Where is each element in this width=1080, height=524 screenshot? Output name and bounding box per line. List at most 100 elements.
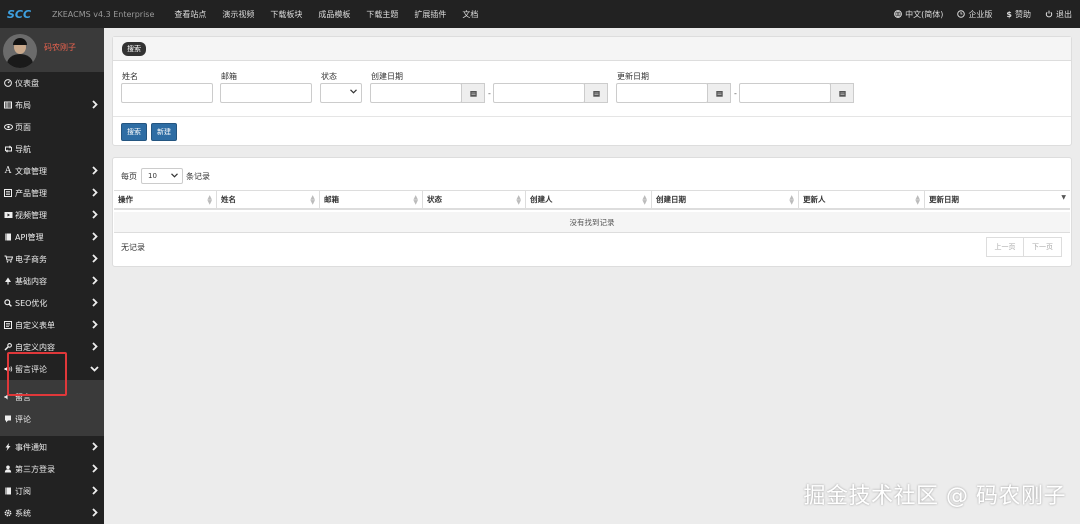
logout-link[interactable]: 退出	[1045, 9, 1072, 20]
sidebar-item-api[interactable]: API管理	[0, 226, 104, 248]
user-profile[interactable]: 码农刚子	[0, 28, 104, 72]
sidebar-item-layout[interactable]: 布局	[0, 94, 104, 116]
chevron-right-icon	[92, 486, 98, 495]
sidebar-item-label: 文章管理	[15, 166, 47, 176]
chevron-right-icon	[92, 442, 98, 451]
calendar-icon[interactable]	[461, 83, 485, 103]
next-page-button[interactable]: 下一页	[1024, 237, 1062, 257]
sidebar-item-navigation[interactable]: 导航	[0, 138, 104, 160]
column-header[interactable]: 创建日期 ▲ ▼	[652, 191, 799, 208]
sponsor-link[interactable]: $ 赞助	[1006, 9, 1031, 20]
sidebar-item-subscribe[interactable]: 订阅	[0, 480, 104, 502]
chevron-right-icon	[92, 320, 98, 329]
status-label: 状态	[321, 72, 337, 81]
sort-icon: ▲ ▼	[915, 194, 920, 206]
search-button[interactable]: 搜索	[121, 123, 147, 141]
search-icon	[3, 299, 13, 307]
chevron-down-icon	[90, 366, 99, 372]
language-switch[interactable]: 中文(简体)	[894, 9, 943, 20]
created-date-from-input[interactable]	[370, 83, 462, 103]
nav-download-widgets[interactable]: 下载板块	[270, 9, 302, 20]
sidebar-item-pages[interactable]: 页面	[0, 116, 104, 138]
logo[interactable]: SCC	[2, 0, 42, 28]
column-header[interactable]: 创建人 ▲ ▼	[526, 191, 652, 208]
status-select[interactable]	[320, 83, 362, 103]
sidebar-item-label: 产品管理	[15, 188, 47, 198]
sidebar-item-label: 自定义表单	[15, 320, 55, 330]
sort-icon: ▲ ▼	[642, 194, 647, 206]
chevron-right-icon	[92, 464, 98, 473]
record-info: 无记录	[121, 243, 145, 252]
updated-date-to-input[interactable]	[739, 83, 831, 103]
chevron-right-icon	[92, 100, 98, 109]
font-icon: A	[4, 166, 12, 176]
sort-icon: ▲ ▼	[413, 194, 418, 206]
column-header[interactable]: 更新日期 ▼	[925, 191, 1070, 208]
column-header[interactable]: 状态 ▲ ▼	[423, 191, 526, 208]
name-input[interactable]	[121, 83, 213, 103]
page-size-select[interactable]: 10	[141, 168, 183, 184]
chevron-right-icon	[92, 188, 98, 197]
calendar-icon[interactable]	[584, 83, 608, 103]
email-label: 邮箱	[221, 72, 237, 81]
sidebar-item-label: 系统	[15, 508, 31, 518]
sidebar-item-label: 基础内容	[15, 276, 47, 286]
updated-date-from-input[interactable]	[616, 83, 708, 103]
dollar-icon: $	[1006, 9, 1012, 19]
nav-docs[interactable]: 文档	[462, 9, 478, 20]
sidebar-item-third-party-login[interactable]: 第三方登录	[0, 458, 104, 480]
sort-icon: ▲ ▼	[310, 194, 315, 206]
chevron-right-icon	[92, 232, 98, 241]
name-label: 姓名	[122, 72, 138, 81]
zkea-logo-icon: SCC	[7, 8, 31, 21]
table-header: 操作 ▲ ▼ 姓名 ▲ ▼ 邮箱 ▲ ▼ 状态 ▲ ▼ 创建人 ▲ ▼ 创建日期 ▲ ▼ 更新人 ▲ ▼ 更…	[114, 190, 1070, 210]
created-date-to-input[interactable]	[493, 83, 585, 103]
chevron-right-icon	[92, 298, 98, 307]
sidebar-subitem-comments[interactable]: 评论	[0, 408, 104, 430]
nav-download-themes[interactable]: 下载主题	[366, 9, 398, 20]
chevron-right-icon	[92, 166, 98, 175]
watermark: 掘金技术社区 @ 码农刚子	[803, 484, 1066, 509]
created-date-label: 创建日期	[371, 72, 403, 81]
date-separator: -	[734, 89, 737, 98]
sidebar-item-label: 仪表盘	[15, 78, 39, 88]
sidebar-item-base-content[interactable]: 基础内容	[0, 270, 104, 292]
new-button[interactable]: 新建	[151, 123, 177, 141]
chevron-right-icon	[92, 276, 98, 285]
sidebar-item-articles[interactable]: A 文章管理	[0, 160, 104, 182]
column-header[interactable]: 姓名 ▲ ▼	[217, 191, 320, 208]
sidebar-item-videos[interactable]: 视频管理	[0, 204, 104, 226]
sidebar-item-ecommerce[interactable]: 电子商务	[0, 248, 104, 270]
calendar-icon[interactable]	[707, 83, 731, 103]
email-input[interactable]	[220, 83, 312, 103]
sidebar-item-label: 页面	[15, 122, 31, 132]
search-panel-title: 搜索	[122, 41, 146, 56]
nav-plugins[interactable]: 扩展插件	[414, 9, 446, 20]
sidebar-item-products[interactable]: 产品管理	[0, 182, 104, 204]
edition-link[interactable]: 企业版	[957, 9, 992, 20]
chevron-right-icon	[92, 342, 98, 351]
calendar-icon[interactable]	[830, 83, 854, 103]
list-icon	[3, 189, 13, 197]
column-header[interactable]: 更新人 ▲ ▼	[799, 191, 925, 208]
chevron-right-icon	[92, 508, 98, 517]
table-icon	[3, 101, 13, 109]
nav-templates[interactable]: 成品模板	[318, 9, 350, 20]
column-header[interactable]: 邮箱 ▲ ▼	[320, 191, 423, 208]
chevron-down-icon	[171, 173, 178, 178]
column-header[interactable]: 操作 ▲ ▼	[114, 191, 217, 208]
book-icon	[3, 233, 13, 241]
sidebar-item-dashboard[interactable]: 仪表盘	[0, 72, 104, 94]
video-icon	[3, 211, 13, 219]
sidebar-item-event-notify[interactable]: 事件通知	[0, 436, 104, 458]
prev-page-button[interactable]: 上一页	[986, 237, 1024, 257]
nav-demo-video[interactable]: 演示视频	[222, 9, 254, 20]
sidebar-item-custom-forms[interactable]: 自定义表单	[0, 314, 104, 336]
sidebar-item-system[interactable]: 系统	[0, 502, 104, 524]
sidebar-item-label: 第三方登录	[15, 464, 55, 474]
sidebar-item-label: 自定义内容	[15, 342, 55, 352]
sidebar-item-seo[interactable]: SEO优化	[0, 292, 104, 314]
sidebar-item-label: 布局	[15, 100, 31, 110]
nav-view-site[interactable]: 查看站点	[174, 9, 206, 20]
annotation-highlight-box	[7, 352, 67, 396]
